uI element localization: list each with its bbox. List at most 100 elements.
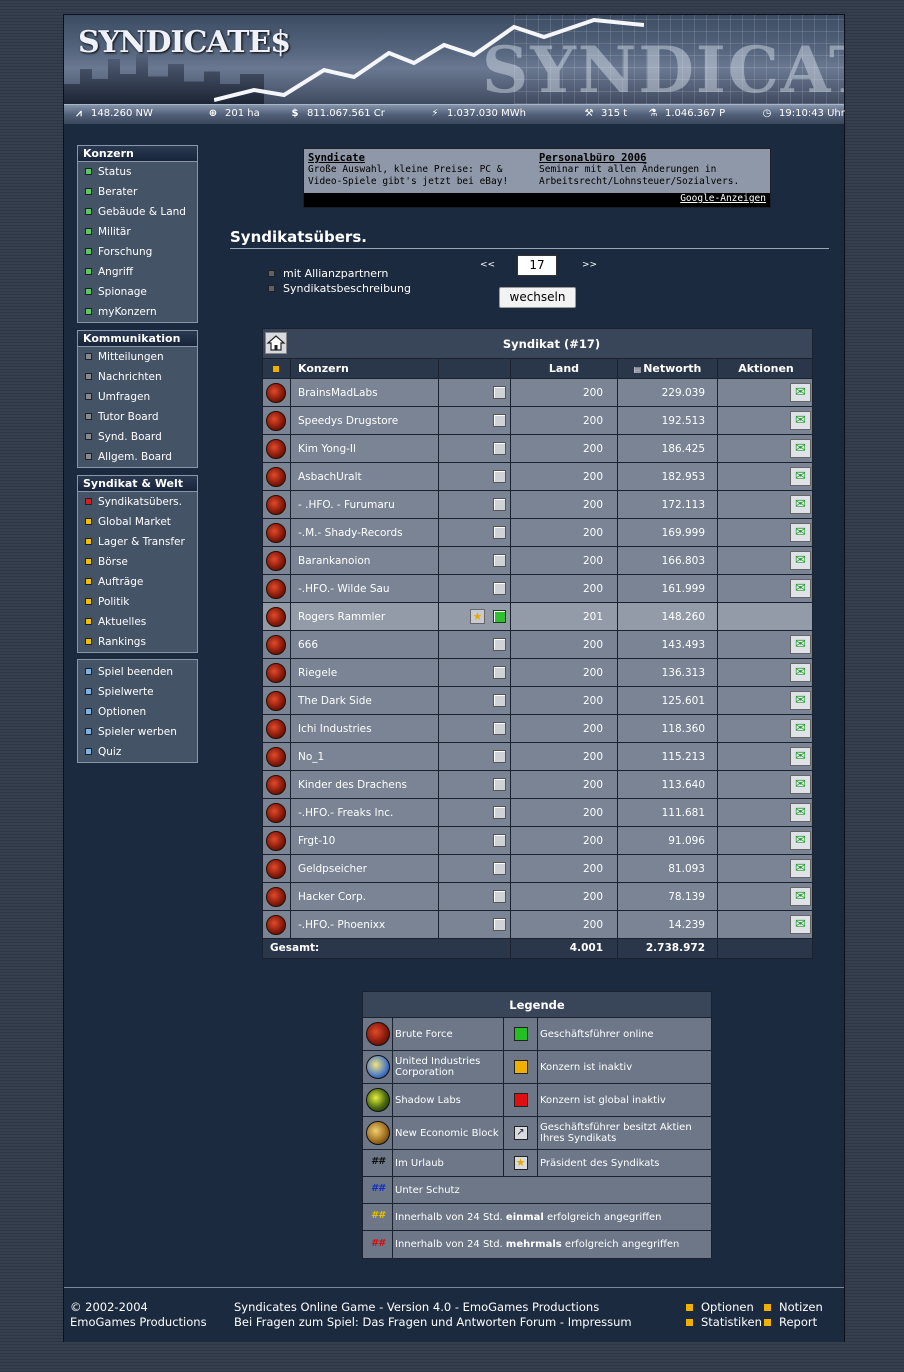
sort-marker-icon[interactable] <box>272 365 280 373</box>
ad-right-title[interactable]: Personalbüro 2006 <box>539 152 764 164</box>
offline-status-icon <box>493 638 506 651</box>
ad-footer-link[interactable]: Google-Anzeigen <box>304 193 770 207</box>
menu-item-syndikat-0[interactable]: Syndikatsübers. <box>78 492 197 512</box>
konzern-name-link[interactable]: -.M.- Shady-Records <box>290 519 438 546</box>
footer-link-optionen[interactable]: Optionen <box>686 1300 754 1315</box>
col-header-networth[interactable]: ▤ Networth <box>617 359 717 378</box>
menu-item-misc-2[interactable]: Optionen <box>78 702 197 722</box>
send-message-icon[interactable]: ✉ <box>790 579 811 598</box>
menu-item-konzern-0[interactable]: Status <box>78 162 197 182</box>
menu-item-label: Gebäude & Land <box>98 206 186 218</box>
konzern-name-link[interactable]: 666 <box>290 631 438 658</box>
send-message-icon[interactable]: ✉ <box>790 887 811 906</box>
menu-item-konzern-7[interactable]: myKonzern <box>78 302 197 322</box>
send-message-icon[interactable]: ✉ <box>790 411 811 430</box>
menu-item-syndikat-2[interactable]: Lager & Transfer <box>78 532 197 552</box>
konzern-name-link[interactable]: - .HFO. - Furumaru <box>290 491 438 518</box>
syndicate-number-input[interactable]: 17 <box>517 255 557 276</box>
send-message-icon[interactable]: ✉ <box>790 831 811 850</box>
konzern-name-link[interactable]: Riegele <box>290 659 438 686</box>
legend-text-after: erfolgreich angegriffen <box>564 1239 680 1250</box>
ad-right[interactable]: Personalbüro 2006 Seminar mit allen Ände… <box>539 152 764 188</box>
menu-item-misc-3[interactable]: Spieler werben <box>78 722 197 742</box>
send-message-icon[interactable]: ✉ <box>790 719 811 738</box>
option-allies-toggle[interactable]: mit Allianzpartnern <box>268 267 388 280</box>
menu-item-konzern-3[interactable]: Militär <box>78 222 197 242</box>
konzern-name-link[interactable]: -.HFO.- Freaks Inc. <box>290 799 438 826</box>
menu-item-konzern-6[interactable]: Spionage <box>78 282 197 302</box>
menu-item-konzern-2[interactable]: Gebäude & Land <box>78 202 197 222</box>
konzern-name-link[interactable]: Barankanoion <box>290 547 438 574</box>
menu-item-kommunikation-5[interactable]: Allgem. Board <box>78 447 197 467</box>
footer-faq-link[interactable]: Bei Fragen zum Spiel: Das Fragen und Ant… <box>234 1315 632 1330</box>
konzern-name-link[interactable]: Kim Yong-Il <box>290 435 438 462</box>
send-message-icon[interactable]: ✉ <box>790 551 811 570</box>
konzern-name-link[interactable]: Frgt-10 <box>290 827 438 854</box>
menu-item-misc-1[interactable]: Spielwerte <box>78 682 197 702</box>
menu-item-syndikat-3[interactable]: Börse <box>78 552 197 572</box>
konzern-name-link[interactable]: Geldpseicher <box>290 855 438 882</box>
menu-item-konzern-4[interactable]: Forschung <box>78 242 197 262</box>
logo[interactable]: SYNDICATE$ <box>78 25 291 60</box>
ad-left-title[interactable]: Syndicate <box>308 152 533 164</box>
konzern-name-link[interactable]: No_1 <box>290 743 438 770</box>
menu-item-konzern-5[interactable]: Angriff <box>78 262 197 282</box>
prev-syndicate-link[interactable]: << <box>480 260 495 270</box>
footer-link-report[interactable]: Report <box>764 1315 817 1330</box>
menu-item-kommunikation-0[interactable]: Mitteilungen <box>78 347 197 367</box>
faction-cell <box>263 687 290 714</box>
land-cell: 200 <box>510 855 617 882</box>
option-description-toggle[interactable]: Syndikatsbeschreibung <box>268 282 411 295</box>
konzern-name-link[interactable]: Speedys Drugstore <box>290 407 438 434</box>
footer-link-statistiken[interactable]: Statistiken <box>686 1315 762 1330</box>
send-message-icon[interactable]: ✉ <box>790 747 811 766</box>
ad-left[interactable]: Syndicate Große Auswahl, kleine Preise: … <box>308 152 533 188</box>
send-message-icon[interactable]: ✉ <box>790 691 811 710</box>
next-syndicate-link[interactable]: >> <box>582 260 597 270</box>
allies-checkbox[interactable] <box>268 270 275 277</box>
menu-item-syndikat-6[interactable]: Aktuelles <box>78 612 197 632</box>
menu-item-syndikat-4[interactable]: Aufträge <box>78 572 197 592</box>
konzern-name-link[interactable]: -.HFO.- Wilde Sau <box>290 575 438 602</box>
konzern-name-link[interactable]: AsbachUralt <box>290 463 438 490</box>
footer-link-notizen[interactable]: Notizen <box>764 1300 823 1315</box>
status-cell <box>438 407 510 434</box>
send-message-icon[interactable]: ✉ <box>790 439 811 458</box>
menu-item-konzern-1[interactable]: Berater <box>78 182 197 202</box>
menu-item-syndikat-5[interactable]: Politik <box>78 592 197 612</box>
konzern-name-link[interactable]: Hacker Corp. <box>290 883 438 910</box>
konzern-name-link[interactable]: Rogers Rammler <box>290 603 438 630</box>
konzern-name-link[interactable]: The Dark Side <box>290 687 438 714</box>
menu-item-kommunikation-3[interactable]: Tutor Board <box>78 407 197 427</box>
konzern-name-link[interactable]: -.HFO.- Phoenixx <box>290 911 438 938</box>
send-message-icon[interactable]: ✉ <box>790 495 811 514</box>
send-message-icon[interactable]: ✉ <box>790 915 811 934</box>
menu-item-kommunikation-4[interactable]: Synd. Board <box>78 427 197 447</box>
konzern-name-link[interactable]: Kinder des Drachens <box>290 771 438 798</box>
send-message-icon[interactable]: ✉ <box>790 663 811 682</box>
brute-force-icon <box>266 663 286 683</box>
col-header-land[interactable]: Land <box>510 359 617 378</box>
legend-row: ## Unter Schutz <box>363 1177 711 1204</box>
send-message-icon[interactable]: ✉ <box>790 803 811 822</box>
home-icon[interactable] <box>265 332 287 354</box>
send-message-icon[interactable]: ✉ <box>790 859 811 878</box>
menu-item-syndikat-7[interactable]: Rankings <box>78 632 197 652</box>
send-message-icon[interactable]: ✉ <box>790 467 811 486</box>
send-message-icon[interactable]: ✉ <box>790 635 811 654</box>
menu-item-kommunikation-2[interactable]: Umfragen <box>78 387 197 407</box>
menu-item-misc-4[interactable]: Quiz <box>78 742 197 762</box>
stat-dollar: $811.067.561 Cr <box>286 108 385 119</box>
menu-item-syndikat-1[interactable]: Global Market <box>78 512 197 532</box>
menu-item-misc-0[interactable]: Spiel beenden <box>78 662 197 682</box>
send-message-icon[interactable]: ✉ <box>790 523 811 542</box>
menu-item-kommunikation-1[interactable]: Nachrichten <box>78 367 197 387</box>
switch-button[interactable]: wechseln <box>499 287 576 308</box>
konzern-name-link[interactable]: BrainsMadLabs <box>290 379 438 406</box>
konzern-name-link[interactable]: Ichi Industries <box>290 715 438 742</box>
send-message-icon[interactable]: ✉ <box>790 383 811 402</box>
sort-marker-cell[interactable] <box>263 359 290 378</box>
description-checkbox[interactable] <box>268 285 275 292</box>
send-message-icon[interactable]: ✉ <box>790 775 811 794</box>
col-header-konzern[interactable]: Konzern <box>290 359 438 378</box>
